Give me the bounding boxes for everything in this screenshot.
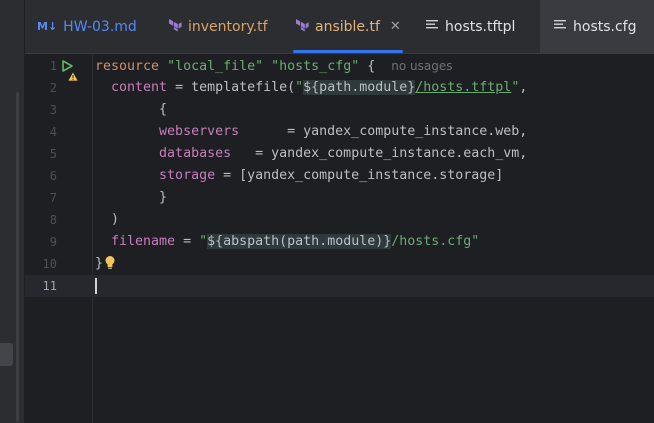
code-line[interactable]: 10 } bbox=[25, 253, 654, 275]
terraform-icon bbox=[168, 18, 182, 36]
tab-hosts-cfg[interactable]: hosts.cfg bbox=[540, 0, 654, 53]
tab-hw-03-md[interactable]: M↓ HW-03.md bbox=[37, 0, 137, 53]
close-icon[interactable]: ✕ bbox=[390, 19, 401, 34]
code-line[interactable]: 8 ) bbox=[25, 209, 654, 231]
editor-tab-bar: M↓ HW-03.md inventory.tf ansible.tf ✕ ho… bbox=[25, 0, 654, 54]
line-number: 10 bbox=[42, 257, 57, 271]
code-text: { bbox=[159, 102, 168, 117]
resource-type: "local_file" bbox=[167, 59, 264, 74]
line-number: 6 bbox=[49, 169, 57, 183]
text-file-icon bbox=[554, 19, 567, 35]
code-text: } bbox=[159, 190, 168, 205]
tab-label: ansible.tf bbox=[315, 18, 380, 35]
line-number: 5 bbox=[49, 147, 57, 161]
tab-inventory-tf[interactable]: inventory.tf bbox=[168, 0, 268, 53]
string-quote: " bbox=[199, 234, 208, 249]
string-quote: " bbox=[471, 234, 480, 249]
markdown-icon: M↓ bbox=[37, 20, 58, 33]
code-text: = [yandex_compute_instance.storage] bbox=[215, 168, 504, 183]
terraform-icon bbox=[295, 18, 309, 36]
side-panel-handle[interactable] bbox=[0, 343, 13, 366]
code-line[interactable]: 4 webservers = yandex_compute_instance.w… bbox=[25, 121, 654, 143]
resource-name: "hosts_cfg" bbox=[271, 59, 360, 74]
line-number: 2 bbox=[49, 81, 57, 95]
keyword-resource: resource bbox=[95, 59, 160, 74]
string-path: /hosts.cfg bbox=[391, 234, 472, 249]
tab-label: hosts.cfg bbox=[573, 18, 637, 35]
line-number: 3 bbox=[49, 103, 57, 117]
file-path-link[interactable]: /hosts.tftpl bbox=[415, 80, 511, 95]
code-line[interactable]: 5 databases = yandex_compute_instance.ea… bbox=[25, 143, 654, 165]
text-file-icon bbox=[426, 19, 439, 35]
code-line[interactable]: 7 } bbox=[25, 187, 654, 209]
code-line[interactable]: 6 storage = [yandex_compute_instance.sto… bbox=[25, 165, 654, 187]
text-caret bbox=[95, 278, 97, 294]
tab-ansible-tf[interactable]: ansible.tf ✕ bbox=[293, 0, 403, 53]
attribute-name: storage bbox=[159, 168, 216, 183]
code-line[interactable]: 9 filename = "${abspath(path.module)}/ho… bbox=[25, 231, 654, 253]
line-number: 8 bbox=[49, 213, 57, 227]
code-line[interactable]: 1 resource "local_file" "hosts_cfg" { no… bbox=[25, 55, 654, 81]
template-interpolation: ${path.module} bbox=[303, 80, 416, 95]
code-line[interactable]: 2 content = templatefile("${path.module}… bbox=[25, 77, 654, 99]
line-number: 11 bbox=[42, 279, 57, 293]
string-quote: " bbox=[295, 80, 304, 95]
attribute-name: webservers bbox=[159, 124, 240, 139]
code-line[interactable]: 3 { bbox=[25, 99, 654, 121]
code-editor[interactable]: 1 resource "local_file" "hosts_cfg" { no… bbox=[25, 54, 654, 423]
line-number: 7 bbox=[49, 191, 57, 205]
code-text: ) bbox=[111, 212, 120, 227]
line-number: 4 bbox=[49, 125, 57, 139]
tab-label: hosts.tftpl bbox=[445, 18, 516, 35]
code-line-current[interactable]: 11 bbox=[25, 275, 654, 297]
code-text: { bbox=[359, 59, 376, 74]
code-text: = bbox=[175, 234, 200, 249]
attribute-name: databases bbox=[159, 146, 232, 161]
line-number: 1 bbox=[49, 59, 57, 73]
attribute-name: content bbox=[111, 80, 168, 95]
tab-hosts-tftpl[interactable]: hosts.tftpl bbox=[426, 0, 515, 53]
code-text: , bbox=[519, 80, 528, 95]
tab-label: HW-03.md bbox=[63, 18, 137, 35]
tab-label: inventory.tf bbox=[188, 18, 268, 35]
code-text: = yandex_compute_instance.web, bbox=[239, 124, 528, 139]
code-text: } bbox=[95, 256, 104, 271]
line-number: 9 bbox=[49, 235, 57, 249]
code-text: = templatefile( bbox=[167, 80, 296, 95]
code-text: = yandex_compute_instance.each_vm, bbox=[231, 146, 528, 161]
attribute-name: filename bbox=[111, 234, 176, 249]
template-interpolation: ${abspath(path.module)} bbox=[207, 234, 392, 249]
usages-hint[interactable]: no usages bbox=[391, 59, 452, 73]
